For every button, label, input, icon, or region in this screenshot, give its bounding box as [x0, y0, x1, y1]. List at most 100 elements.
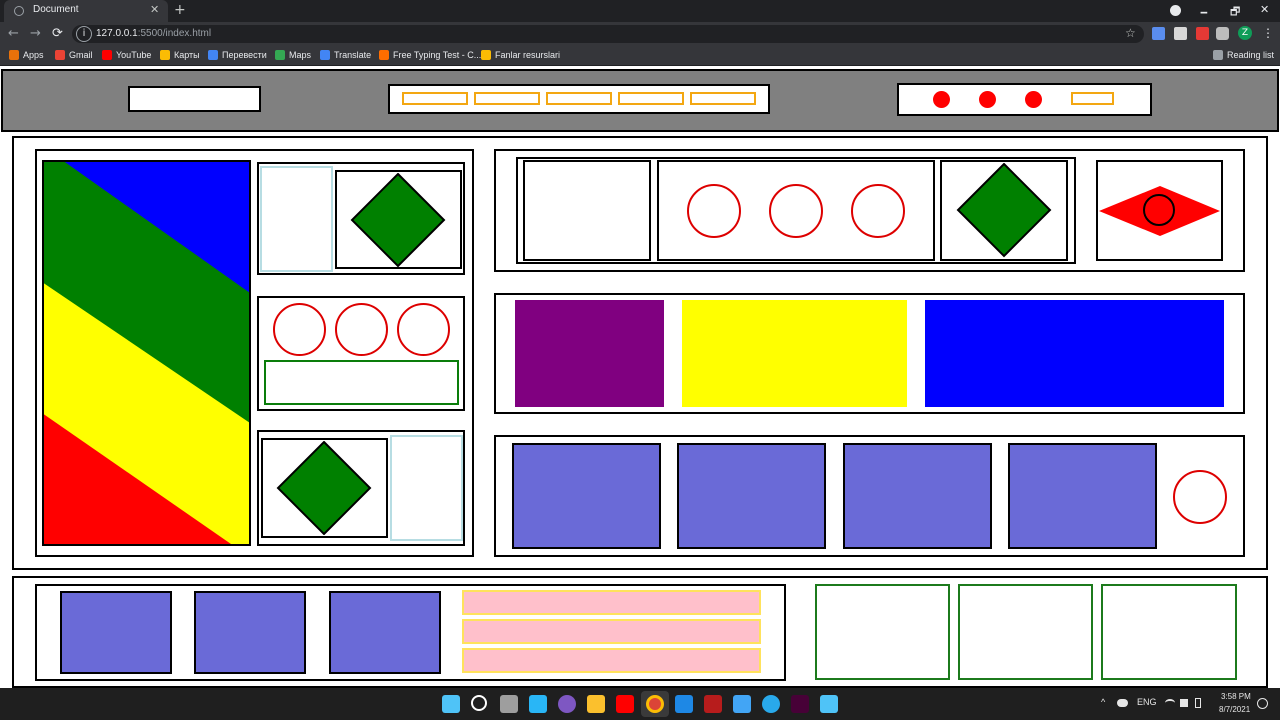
minimize-button[interactable]: 🗕 — [1200, 3, 1208, 22]
tab-search-icon[interactable] — [1170, 5, 1181, 16]
weather-cloud-icon[interactable] — [1117, 699, 1128, 707]
close-window-button[interactable]: ✕ — [1260, 3, 1269, 16]
url-path: :5500/index.html — [137, 28, 212, 39]
striped-banner — [42, 160, 251, 546]
nav-item-4[interactable] — [618, 92, 684, 105]
yellow-block — [682, 300, 907, 407]
bookmark-typing-test[interactable]: Free Typing Test - C... — [379, 50, 481, 60]
circle-outline-4 — [687, 184, 741, 238]
header-action-button[interactable] — [1071, 92, 1114, 105]
bookmark-label: Apps — [23, 50, 44, 60]
tab-document[interactable]: Document ✕ — [4, 0, 168, 22]
tile-3[interactable] — [843, 443, 992, 549]
nav-item-1[interactable] — [402, 92, 468, 105]
wifi-icon[interactable] — [1165, 699, 1175, 707]
bookmark-maps[interactable]: Maps — [275, 50, 311, 60]
circle-outline-7[interactable] — [1173, 470, 1227, 524]
tab-close-icon[interactable]: ✕ — [150, 3, 159, 16]
speaker-icon[interactable] — [1180, 699, 1188, 707]
bookmark-star-icon[interactable]: ☆ — [1125, 26, 1136, 40]
bookmark-gmail[interactable]: Gmail — [55, 50, 93, 60]
folder-grid-icon — [481, 50, 491, 60]
reading-list-label: Reading list — [1227, 50, 1275, 60]
reload-button[interactable]: ⟳ — [52, 26, 63, 41]
footer-tile-2[interactable] — [194, 591, 306, 674]
tray-caret-icon[interactable]: ^ — [1101, 697, 1105, 707]
circle-outline-3 — [397, 303, 450, 356]
footer-green-box-3[interactable] — [1101, 584, 1237, 680]
circle-outline-5 — [769, 184, 823, 238]
header-dot-1[interactable] — [933, 91, 950, 108]
gmail-icon — [55, 50, 65, 60]
typing-test-icon — [379, 50, 389, 60]
browser-menu-icon[interactable]: ⋮ — [1262, 26, 1274, 40]
footer-tile-3[interactable] — [329, 591, 441, 674]
bookmark-youtube[interactable]: YouTube — [102, 50, 151, 60]
globe-icon — [14, 6, 24, 16]
header-dot-3[interactable] — [1025, 91, 1042, 108]
footer-tile-1[interactable] — [60, 591, 172, 674]
address-bar[interactable]: i 127.0.0.1:5500/index.html ☆ — [72, 25, 1144, 43]
app-icon-red[interactable] — [704, 695, 722, 713]
search-icon[interactable] — [471, 695, 487, 711]
youtube-icon — [102, 50, 112, 60]
clock-date[interactable]: 8/7/2021 — [1219, 705, 1250, 714]
nav-item-2[interactable] — [474, 92, 540, 105]
chrome-icon[interactable] — [646, 695, 664, 713]
extensions-puzzle-icon[interactable] — [1216, 27, 1229, 40]
card-2-input-box[interactable] — [264, 360, 459, 405]
vscode-icon[interactable] — [675, 695, 693, 713]
header-dot-2[interactable] — [979, 91, 996, 108]
bookmark-translate[interactable]: Translate — [320, 50, 371, 60]
language-indicator[interactable]: ENG — [1137, 697, 1157, 707]
forward-button[interactable]: → — [30, 26, 41, 41]
adobe-xd-icon[interactable] — [791, 695, 809, 713]
purple-block — [515, 300, 664, 407]
tile-2[interactable] — [677, 443, 826, 549]
file-explorer-icon[interactable] — [587, 695, 605, 713]
battery-icon[interactable] — [1195, 698, 1201, 708]
photos-icon[interactable] — [820, 695, 838, 713]
youtube-app-icon[interactable] — [616, 695, 634, 713]
card-1-thumb — [260, 166, 333, 272]
bookmarks-bar: Apps Gmail YouTube Карты Перевести Maps … — [0, 46, 1280, 66]
toolbar: ← → ⟳ i 127.0.0.1:5500/index.html ☆ — [0, 22, 1280, 46]
extension-icon-3[interactable] — [1196, 27, 1209, 40]
footer-green-box-1[interactable] — [815, 584, 950, 680]
nav-item-3[interactable] — [546, 92, 612, 105]
telegram-icon[interactable] — [762, 695, 780, 713]
circle-outline-6 — [851, 184, 905, 238]
bookmark-perevesti[interactable]: Перевести — [208, 50, 267, 60]
bookmark-fanlar[interactable]: Fanlar resurslari — [481, 50, 560, 60]
bookmark-label: Перевести — [222, 50, 267, 60]
extension-icon-1[interactable] — [1152, 27, 1165, 40]
translate-icon — [320, 50, 330, 60]
reading-list-button[interactable]: Reading list — [1213, 50, 1274, 60]
windows-taskbar: ^ ENG 3:58 PM 8/7/2021 — [0, 688, 1280, 720]
nav-item-5[interactable] — [690, 92, 756, 105]
bookmark-apps[interactable]: Apps — [9, 50, 44, 60]
profile-avatar[interactable]: Z — [1238, 26, 1252, 40]
extension-icon-2[interactable] — [1174, 27, 1187, 40]
bookmark-label: Fanlar resurslari — [495, 50, 561, 60]
task-view-icon[interactable] — [500, 695, 518, 713]
bookmark-label: Translate — [334, 50, 372, 60]
tile-4[interactable] — [1008, 443, 1157, 549]
restore-button[interactable]: 🗗 — [1230, 3, 1240, 22]
diamond-shape-3 — [956, 163, 1052, 258]
diamond-shape-2 — [276, 441, 372, 535]
back-button[interactable]: ← — [8, 26, 19, 41]
site-info-icon[interactable]: i — [76, 26, 92, 42]
new-tab-button[interactable]: + — [174, 2, 186, 18]
notepad-icon[interactable] — [733, 695, 751, 713]
circle-outline-1 — [273, 303, 326, 356]
bookmark-karty[interactable]: Карты — [160, 50, 200, 60]
notifications-icon[interactable] — [1257, 698, 1268, 709]
chat-icon[interactable] — [558, 695, 576, 713]
footer-green-box-2[interactable] — [958, 584, 1093, 680]
tile-1[interactable] — [512, 443, 661, 549]
widgets-icon[interactable] — [529, 695, 547, 713]
clock-time[interactable]: 3:58 PM — [1221, 692, 1251, 701]
pink-bar-3 — [462, 648, 761, 673]
start-windows-icon[interactable] — [442, 695, 460, 713]
